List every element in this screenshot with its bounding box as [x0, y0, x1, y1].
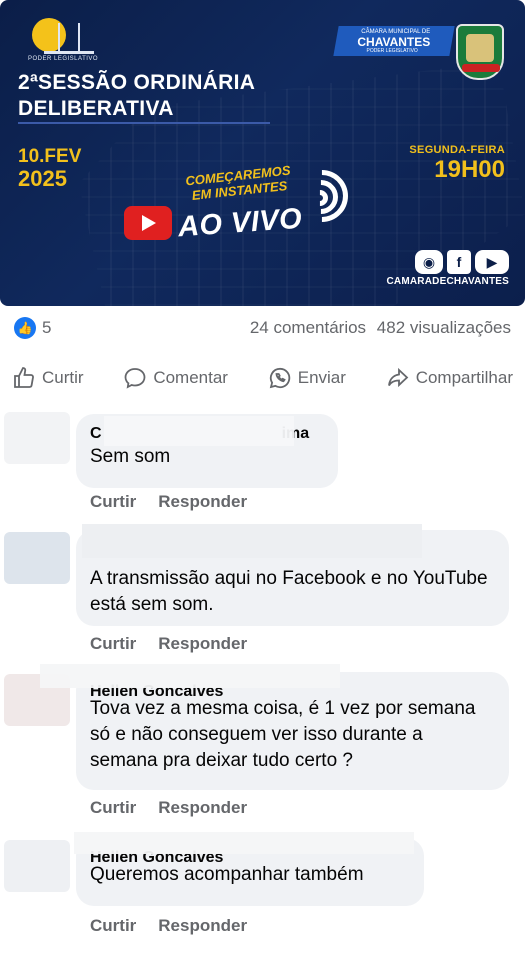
city-crest-icon: [456, 24, 504, 80]
comment-reply-button[interactable]: Responder: [158, 798, 247, 818]
comment-item: A transmissão aqui no Facebook e no YouT…: [0, 524, 525, 662]
council-label: CÂMARA MUNICIPAL DE CHAVANTES PODER LEGI…: [333, 26, 455, 56]
avatar[interactable]: [4, 532, 70, 584]
comment-reply-button[interactable]: Responder: [158, 916, 247, 936]
share-arrow-icon: [387, 367, 409, 388]
like-button[interactable]: Curtir: [12, 366, 84, 390]
post-image[interactable]: PODER LEGISLATIVO 2ªSESSÃO ORDINÁRIA DEL…: [0, 0, 525, 306]
live-badge: AO VIVO: [124, 202, 303, 243]
reaction-summary[interactable]: 👍 5: [14, 317, 51, 339]
comment-like-button[interactable]: Curtir: [90, 798, 136, 818]
reaction-count: 5: [42, 318, 52, 337]
comment-bubble-icon: [124, 368, 146, 389]
title-divider: [18, 122, 270, 124]
comment-reply-button[interactable]: Responder: [158, 634, 247, 654]
like-reaction-icon: 👍: [14, 317, 36, 339]
comment-count[interactable]: 24 comentários: [250, 318, 366, 337]
post-actions: Curtir Comentar Enviar Compartilhar: [0, 358, 525, 398]
send-button[interactable]: Enviar: [268, 366, 346, 390]
comment-bubble[interactable]: Hellen Gonçalves Tova vez a mesma coisa,…: [76, 672, 509, 790]
social-handle: CAMARADECHAVANTES: [386, 276, 509, 287]
youtube-icon: ▶: [475, 250, 509, 274]
comment-reply-button[interactable]: Responder: [158, 492, 247, 512]
share-button[interactable]: Compartilhar: [386, 366, 513, 390]
avatar[interactable]: [4, 412, 70, 464]
thumbs-up-icon: [14, 367, 34, 388]
instagram-icon: ◉: [415, 250, 443, 274]
social-icons: ◉ f ▶: [415, 250, 509, 274]
comment-like-button[interactable]: Curtir: [90, 634, 136, 654]
session-time: SEGUNDA-FEIRA 19H00: [409, 144, 505, 183]
comment-text: Queremos acompanhar também: [90, 864, 364, 885]
redaction: [104, 416, 294, 446]
whatsapp-icon: [269, 367, 290, 389]
comment-text: Tova vez a mesma coisa, é 1 vez por sema…: [90, 698, 476, 771]
youtube-play-icon: [124, 206, 172, 240]
legislative-logo: PODER LEGISLATIVO: [22, 14, 100, 66]
view-count: 482 visualizações: [376, 318, 511, 337]
avatar[interactable]: [4, 840, 70, 892]
comment-text: A transmissão aqui no Facebook e no YouT…: [90, 568, 488, 615]
post-stats: 👍 5 24 comentários 482 visualizações: [0, 312, 525, 344]
comment-item: Hellen Gonçalves Queremos acompanhar tam…: [0, 832, 525, 954]
facebook-icon: f: [447, 250, 471, 274]
comment-text: Sem som: [90, 446, 171, 467]
redaction: [82, 524, 422, 558]
session-date: 10.FEV 2025: [18, 146, 82, 191]
comment-item: Cima Sem som Curtir Responder: [0, 408, 525, 518]
comment-like-button[interactable]: Curtir: [90, 492, 136, 512]
redaction: [74, 832, 414, 854]
comment-like-button[interactable]: Curtir: [90, 916, 136, 936]
broadcast-waves-icon: [285, 159, 362, 233]
comment-item: Hellen Gonçalves Tova vez a mesma coisa,…: [0, 664, 525, 828]
redaction: [40, 664, 340, 688]
session-title: 2ªSESSÃO ORDINÁRIA DELIBERATIVA: [18, 71, 256, 120]
comment-button[interactable]: Comentar: [123, 366, 228, 390]
